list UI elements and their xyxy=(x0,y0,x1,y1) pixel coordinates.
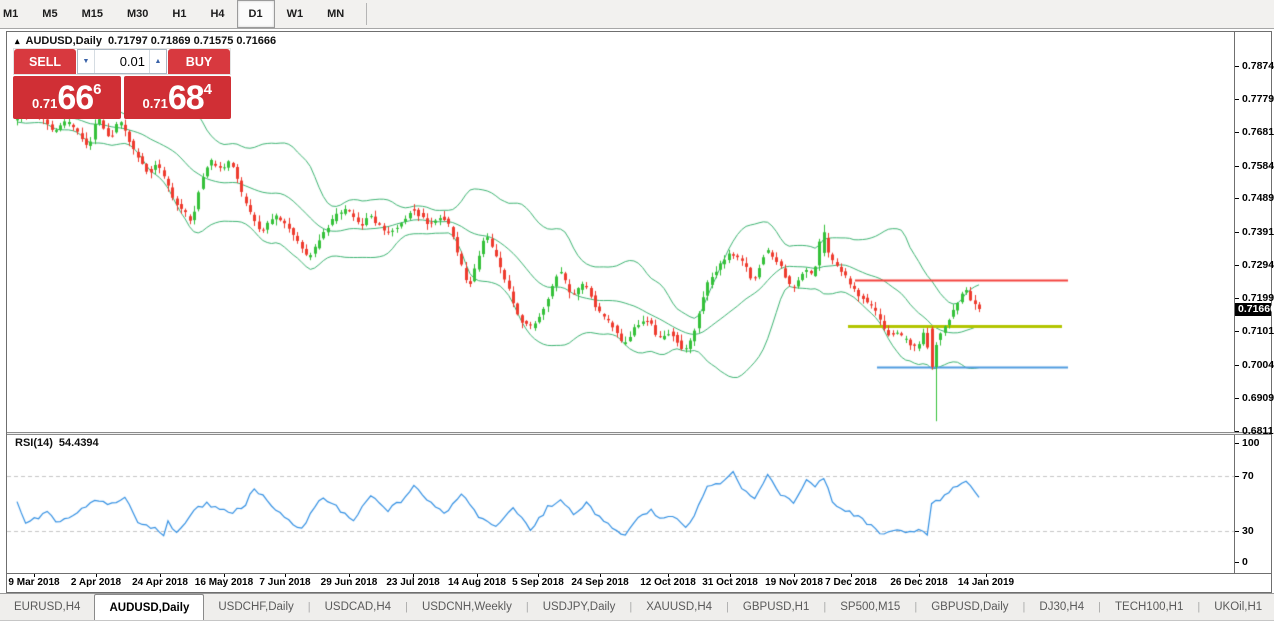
date-axis-label: 19 Nov 2018 xyxy=(765,577,823,588)
price-axis: 0.78740 0.77790 0.76815 0.75840 0.74890 0.739… xyxy=(1234,32,1274,437)
date-axis-label: 12 Oct 2018 xyxy=(640,577,696,588)
sell-price-button[interactable]: 0.71 66 6 xyxy=(13,76,121,119)
volume-decrease-icon[interactable]: ▼ xyxy=(78,50,95,73)
one-click-trade-panel: SELL ▼ 0.01 ▲ BUY 0.71 66 6 0.71 68 4 xyxy=(13,48,231,119)
rsi-axis-tick: 70 xyxy=(1235,471,1271,482)
chart-window: ▴ AUDUSD,Daily 0.71797 0.71869 0.71575 0… xyxy=(6,31,1274,593)
price-axis-tick: 0.72940 xyxy=(1235,260,1274,271)
tab-eurusd-h4[interactable]: EURUSD,H4 xyxy=(0,594,94,620)
buy-price-pip: 4 xyxy=(203,81,212,98)
timeframe-button-m30[interactable]: M30 xyxy=(115,0,160,28)
date-axis: 9 Mar 2018 2 Apr 2018 24 Apr 2018 16 May 20… xyxy=(7,573,1271,591)
date-axis-label: 24 Sep 2018 xyxy=(571,577,629,588)
rsi-chart-canvas[interactable] xyxy=(7,435,1234,573)
sell-price-prefix: 0.71 xyxy=(32,96,58,111)
toolbar-separator xyxy=(366,3,368,25)
timeframe-button-m5[interactable]: M5 xyxy=(30,0,69,28)
tab-ukoil-h1[interactable]: UKOil,H1 xyxy=(1200,594,1274,620)
price-axis-tick: 0.78740 xyxy=(1235,61,1274,72)
sell-price-big: 66 xyxy=(57,78,94,117)
date-axis-label: 2 Apr 2018 xyxy=(70,577,122,588)
rsi-axis-tick: 100 xyxy=(1235,438,1271,449)
tab-gbpusd-h1[interactable]: GBPUSD,H1 xyxy=(729,594,823,620)
price-axis-tick: 0.75840 xyxy=(1235,160,1274,172)
timeframe-button-h1[interactable]: H1 xyxy=(160,0,198,28)
date-axis-label: 29 Jun 2018 xyxy=(320,577,378,588)
timeframe-button-m1[interactable]: M1 xyxy=(0,0,30,28)
tab-usdjpy-daily[interactable]: USDJPY,Daily xyxy=(529,594,630,620)
tab-xauusd-h4[interactable]: XAUUSD,H4 xyxy=(632,594,726,620)
rsi-axis: 100 70 30 0 xyxy=(1234,435,1271,573)
date-axis-label: 23 Jul 2018 xyxy=(386,577,440,588)
timeframe-toolbar: M1 M5 M15 M30 H1 H4 D1 W1 MN xyxy=(0,0,1274,29)
date-axis-label: 9 Mar 2018 xyxy=(8,577,60,588)
rsi-axis-tick: 30 xyxy=(1235,526,1271,537)
price-axis-tick: 0.73915 xyxy=(1235,226,1274,238)
price-pane: ▴ AUDUSD,Daily 0.71797 0.71869 0.71575 0… xyxy=(7,32,1274,437)
price-axis-tick: 0.74890 xyxy=(1235,193,1274,204)
date-axis-label: 14 Jan 2019 xyxy=(957,577,1015,588)
volume-input[interactable]: 0.01 xyxy=(95,50,149,73)
current-price-tag: 0.71666 xyxy=(1235,303,1274,316)
rsi-value: 54.4394 xyxy=(58,437,99,449)
date-axis-label: 7 Jun 2018 xyxy=(259,577,311,588)
tab-audusd-daily[interactable]: AUDUSD,Daily xyxy=(94,594,205,620)
buy-price-button[interactable]: 0.71 68 4 xyxy=(123,76,231,119)
chart-symbol-period: AUDUSD,Daily xyxy=(25,35,102,47)
price-axis-tick: 0.70040 xyxy=(1235,359,1274,371)
timeframe-button-mn[interactable]: MN xyxy=(315,0,356,28)
price-axis-tick: 0.77790 xyxy=(1235,93,1274,105)
buy-price-prefix: 0.71 xyxy=(142,96,168,111)
price-axis-tick: 0.76815 xyxy=(1235,127,1274,138)
price-axis-tick: 0.69090 xyxy=(1235,392,1274,404)
tab-usdcnh-weekly[interactable]: USDCNH,Weekly xyxy=(408,594,526,620)
timeframe-button-m15[interactable]: M15 xyxy=(70,0,115,28)
volume-stepper: ▼ 0.01 ▲ xyxy=(77,49,167,74)
price-axis-tick: 0.71015 xyxy=(1235,326,1274,337)
timeframe-button-w1[interactable]: W1 xyxy=(275,0,316,28)
date-axis-label: 31 Oct 2018 xyxy=(702,577,758,588)
tab-gbpusd-daily[interactable]: GBPUSD,Daily xyxy=(917,594,1022,620)
chart-ohlc-readout: 0.71797 0.71869 0.71575 0.71666 xyxy=(107,35,277,47)
date-axis-label: 16 May 2018 xyxy=(194,577,254,588)
sell-button[interactable]: SELL xyxy=(14,49,76,74)
buy-button[interactable]: BUY xyxy=(168,49,230,74)
buy-price-big: 68 xyxy=(167,78,205,117)
rsi-title: RSI(14) 54.4394 xyxy=(15,437,99,449)
timeframe-button-h4[interactable]: H4 xyxy=(198,0,236,28)
date-axis-label: 14 Aug 2018 xyxy=(448,577,506,588)
sell-price-pip: 6 xyxy=(93,81,102,98)
tab-tech100-h1[interactable]: TECH100,H1 xyxy=(1101,594,1197,620)
rsi-axis-tick: 0 xyxy=(1235,557,1271,568)
chart-title: ▴ AUDUSD,Daily 0.71797 0.71869 0.71575 0… xyxy=(15,35,276,47)
chart-marker-icon: ▴ xyxy=(15,35,20,46)
date-axis-label: 26 Dec 2018 xyxy=(890,577,948,588)
volume-increase-icon[interactable]: ▲ xyxy=(149,50,166,73)
tab-sp500-m15[interactable]: SP500,M15 xyxy=(826,594,914,620)
tab-usdcad-h4[interactable]: USDCAD,H4 xyxy=(311,594,405,620)
rsi-indicator-name: RSI(14) xyxy=(15,437,53,449)
date-axis-label: 7 Dec 2018 xyxy=(825,577,877,588)
tab-dj30-h4[interactable]: DJ30,H4 xyxy=(1025,594,1098,620)
rsi-pane: RSI(14) 54.4394 100 70 30 0 xyxy=(7,435,1271,573)
date-axis-label: 5 Sep 2018 xyxy=(512,577,564,588)
symbol-tabs-bar: EURUSD,H4 AUDUSD,Daily USDCHF,Daily | USDCAD… xyxy=(0,593,1274,621)
tab-usdchf-daily[interactable]: USDCHF,Daily xyxy=(204,594,307,620)
date-axis-label: 24 Apr 2018 xyxy=(132,577,188,588)
timeframe-button-d1[interactable]: D1 xyxy=(236,0,275,28)
